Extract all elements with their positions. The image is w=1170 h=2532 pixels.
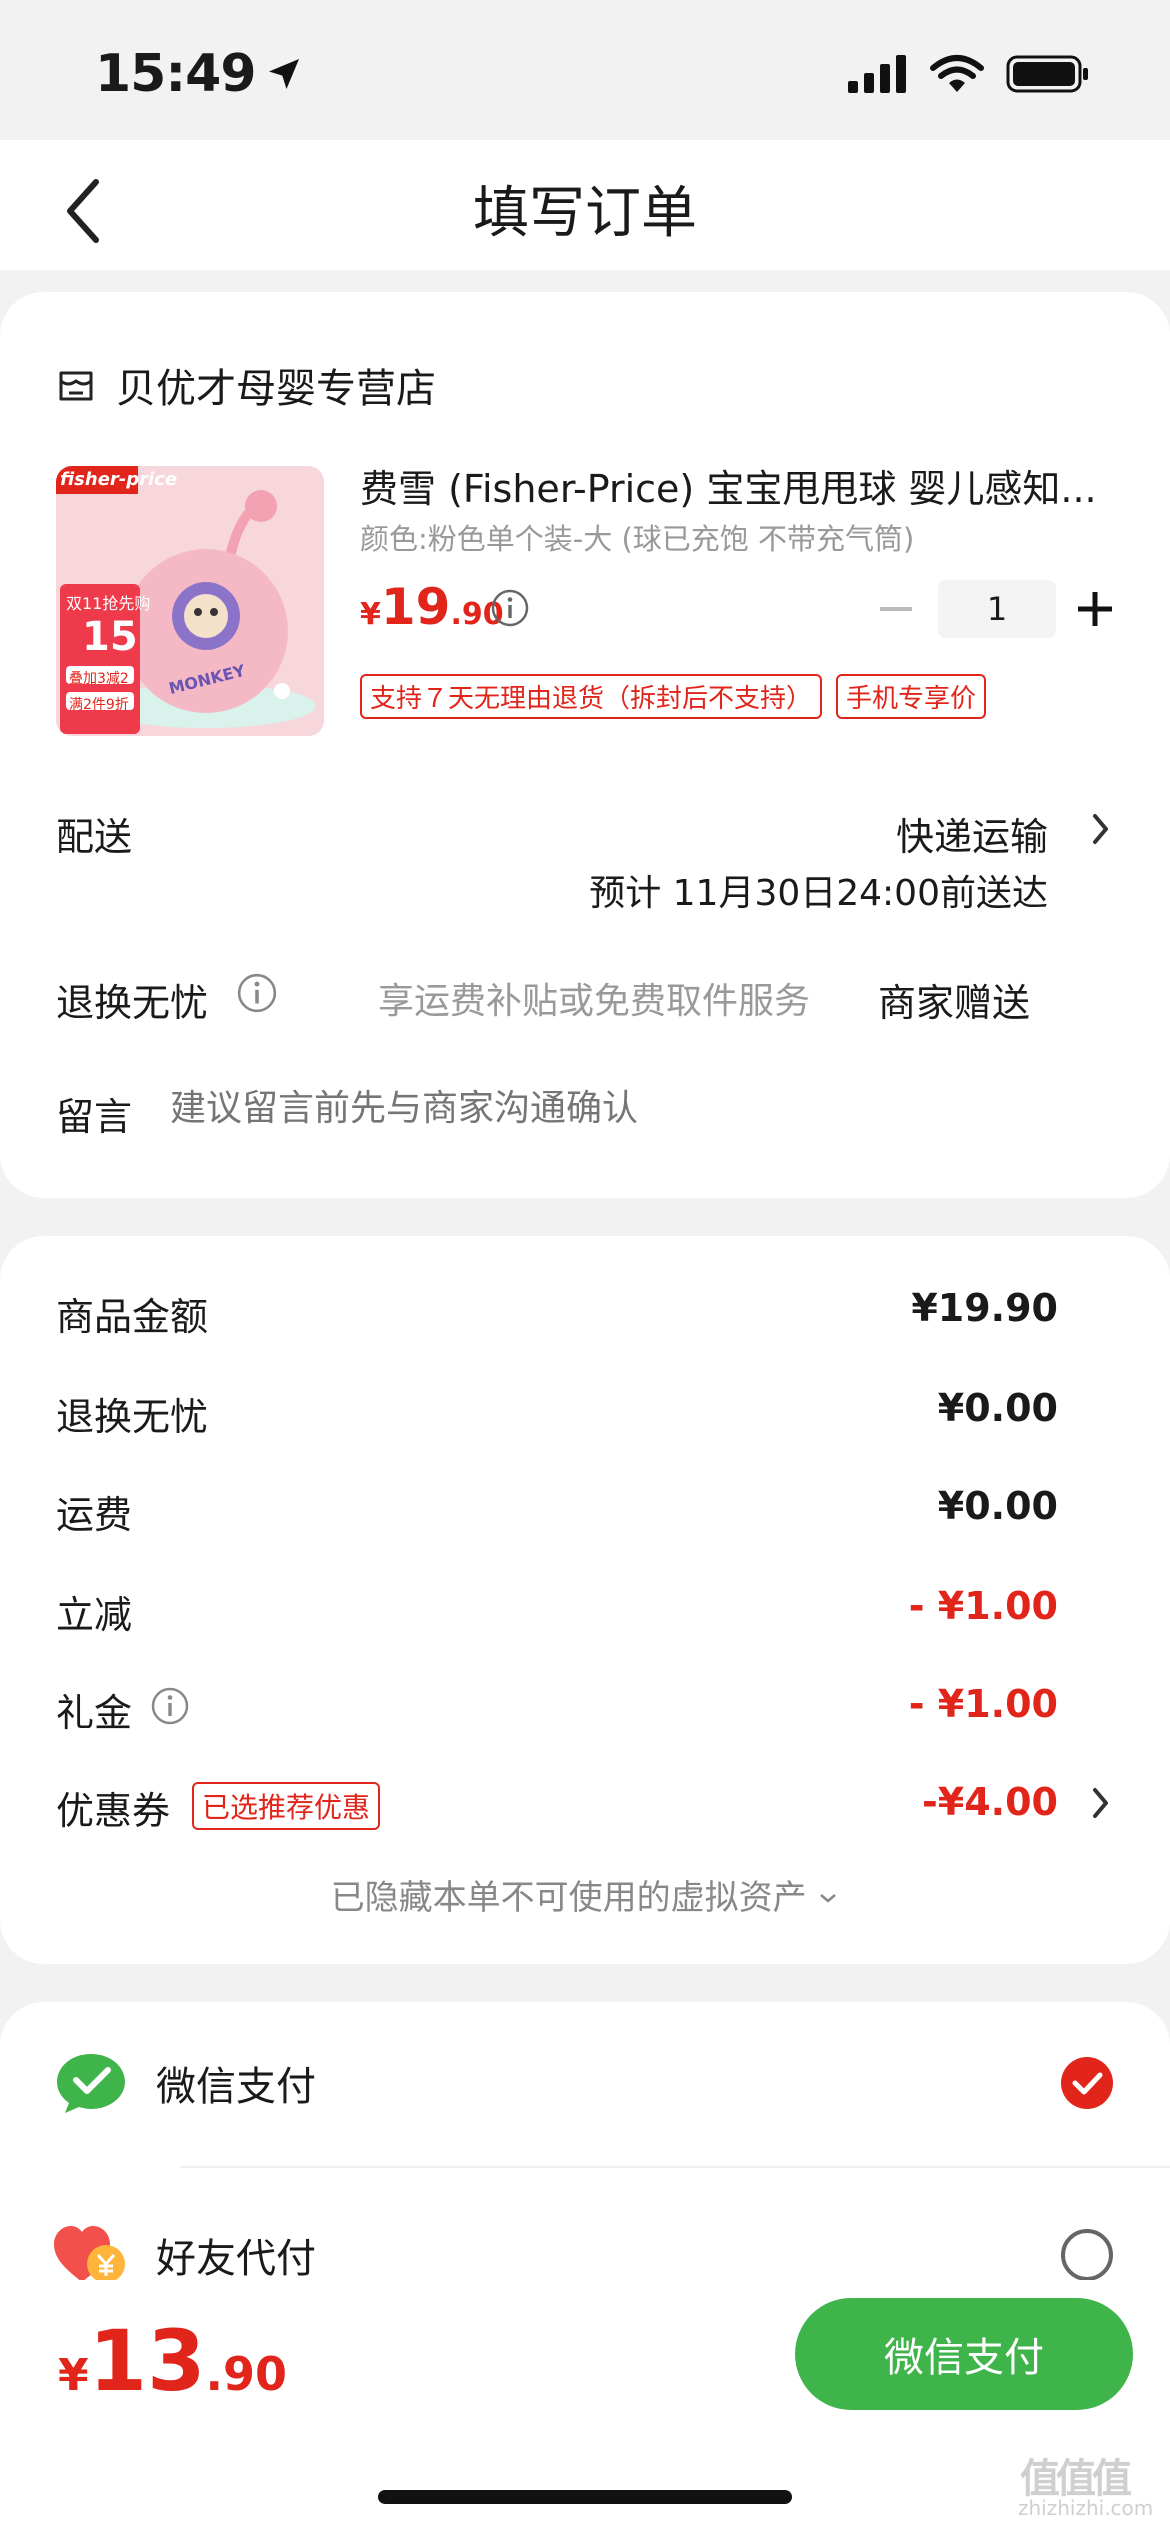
selected-check-icon[interactable] <box>1060 2056 1114 2110</box>
fee-value: ¥19.90 <box>911 1286 1058 1330</box>
plus-icon[interactable] <box>1076 590 1114 628</box>
thumb-promo-price: 15 <box>82 614 138 660</box>
home-indicator <box>378 2490 792 2504</box>
store-name: 贝优才母婴专营店 <box>116 366 436 412</box>
pay-button[interactable]: 微信支付 <box>795 2298 1133 2410</box>
total-decimal: .90 <box>205 2347 288 2401</box>
delivery-eta: 预计 11月30日24:00前送达 <box>589 873 1048 914</box>
wechat-pay-label: 微信支付 <box>156 2064 316 2110</box>
thumb-promo-line: 叠加3减2 <box>69 671 129 687</box>
friend-pay-label: 好友代付 <box>156 2236 316 2282</box>
chevron-down-icon <box>820 1894 837 1903</box>
message-label: 留言 <box>56 1095 133 1139</box>
nav-bar: 填写订单 <box>0 140 1170 270</box>
delivery-method[interactable]: 快递运输 <box>896 806 1048 861</box>
fee-label: 商品金额 <box>56 1295 209 1339</box>
fee-value: ¥0.00 <box>937 1386 1058 1430</box>
payment-option-friend[interactable]: 好友代付 <box>52 2222 316 2288</box>
worry-free-label: 退换无忧 <box>56 981 209 1025</box>
fee-value: - ¥1.00 <box>908 1682 1058 1726</box>
delivery-label: 配送 <box>56 815 133 859</box>
product-title[interactable]: 费雪 (Fisher-Price) 宝宝甩甩球 婴儿感知... <box>360 458 1120 513</box>
total-integer: 13 <box>88 2312 206 2410</box>
product-thumbnail[interactable]: fisher-price 双11抢先购 15 叠加3减2 满2件9折 MONKE… <box>56 466 324 736</box>
thumb-promo-head: 双11抢先购 <box>66 594 151 613</box>
location-arrow-icon <box>268 59 299 89</box>
chevron-right-icon[interactable] <box>1090 812 1112 846</box>
battery-icon <box>1006 55 1088 93</box>
fee-label: 退换无忧 <box>56 1395 209 1439</box>
total-symbol: ¥ <box>58 2350 89 2401</box>
clock: 15:49 <box>95 44 257 104</box>
shop-icon <box>59 371 93 401</box>
status-bar-icons <box>848 54 1090 94</box>
chevron-right-icon[interactable] <box>1090 1786 1112 1820</box>
fee-value: - ¥1.00 <box>908 1584 1058 1628</box>
total-price: ¥13.90 <box>58 2312 287 2410</box>
minus-icon[interactable] <box>878 596 914 622</box>
thumb-promo-line: 满2件9折 <box>69 697 129 713</box>
mobile-price-tag: 手机专享价 <box>836 674 987 719</box>
product-spec: 颜色:粉色单个装-大 (球已充饱 不带充气筒) <box>360 522 915 556</box>
message-input[interactable] <box>170 1080 1030 1136</box>
fee-value: ¥0.00 <box>937 1484 1058 1528</box>
product-price: ¥19.90 <box>360 578 504 636</box>
worry-free-value: 商家赠送 <box>878 981 1031 1025</box>
info-icon[interactable] <box>490 588 530 628</box>
info-icon[interactable] <box>150 1686 190 1726</box>
order-card <box>0 292 1170 1198</box>
product-tags: 支持７天无理由退货（拆封后不支持） 手机专享价 <box>360 674 987 719</box>
coupon-recommended-tag: 已选推荐优惠 <box>192 1782 381 1830</box>
return-policy-tag: 支持７天无理由退货（拆封后不支持） <box>360 674 823 719</box>
watermark-site: zhizhizhi.com <box>1018 2496 1154 2520</box>
cellular-signal-icon <box>848 55 906 93</box>
divider <box>180 2166 1170 2168</box>
status-bar-time: 15:49 <box>95 44 304 104</box>
price-integer: 19 <box>380 578 451 636</box>
store-header[interactable]: 贝优才母婴专营店 <box>56 356 436 414</box>
fee-label: 立减 <box>56 1593 133 1637</box>
friend-pay-icon <box>54 2226 125 2283</box>
fee-label: 运费 <box>56 1493 133 1537</box>
fee-label: 优惠券 <box>56 1789 171 1833</box>
quantity-field[interactable]: 1 <box>938 580 1056 638</box>
hidden-assets-toggle[interactable]: 已隐藏本单不可使用的虚拟资产 <box>0 1870 1170 1919</box>
info-icon[interactable] <box>236 972 278 1014</box>
payment-option-wechat[interactable]: 微信支付 <box>54 2050 316 2116</box>
page-title: 填写订单 <box>473 181 697 246</box>
price-symbol: ¥ <box>360 597 381 632</box>
thumb-brand: fisher-price <box>60 469 178 490</box>
wifi-icon <box>930 55 984 92</box>
fee-label: 礼金 <box>56 1691 133 1735</box>
wechat-pay-icon <box>57 2054 125 2113</box>
coupon-value[interactable]: -¥4.00 <box>922 1780 1058 1824</box>
unselected-radio-icon[interactable] <box>1060 2228 1114 2282</box>
worry-free-desc: 享运费补贴或免费取件服务 <box>378 981 811 1022</box>
hidden-assets-text: 已隐藏本单不可使用的虚拟资产 <box>330 1878 807 1918</box>
